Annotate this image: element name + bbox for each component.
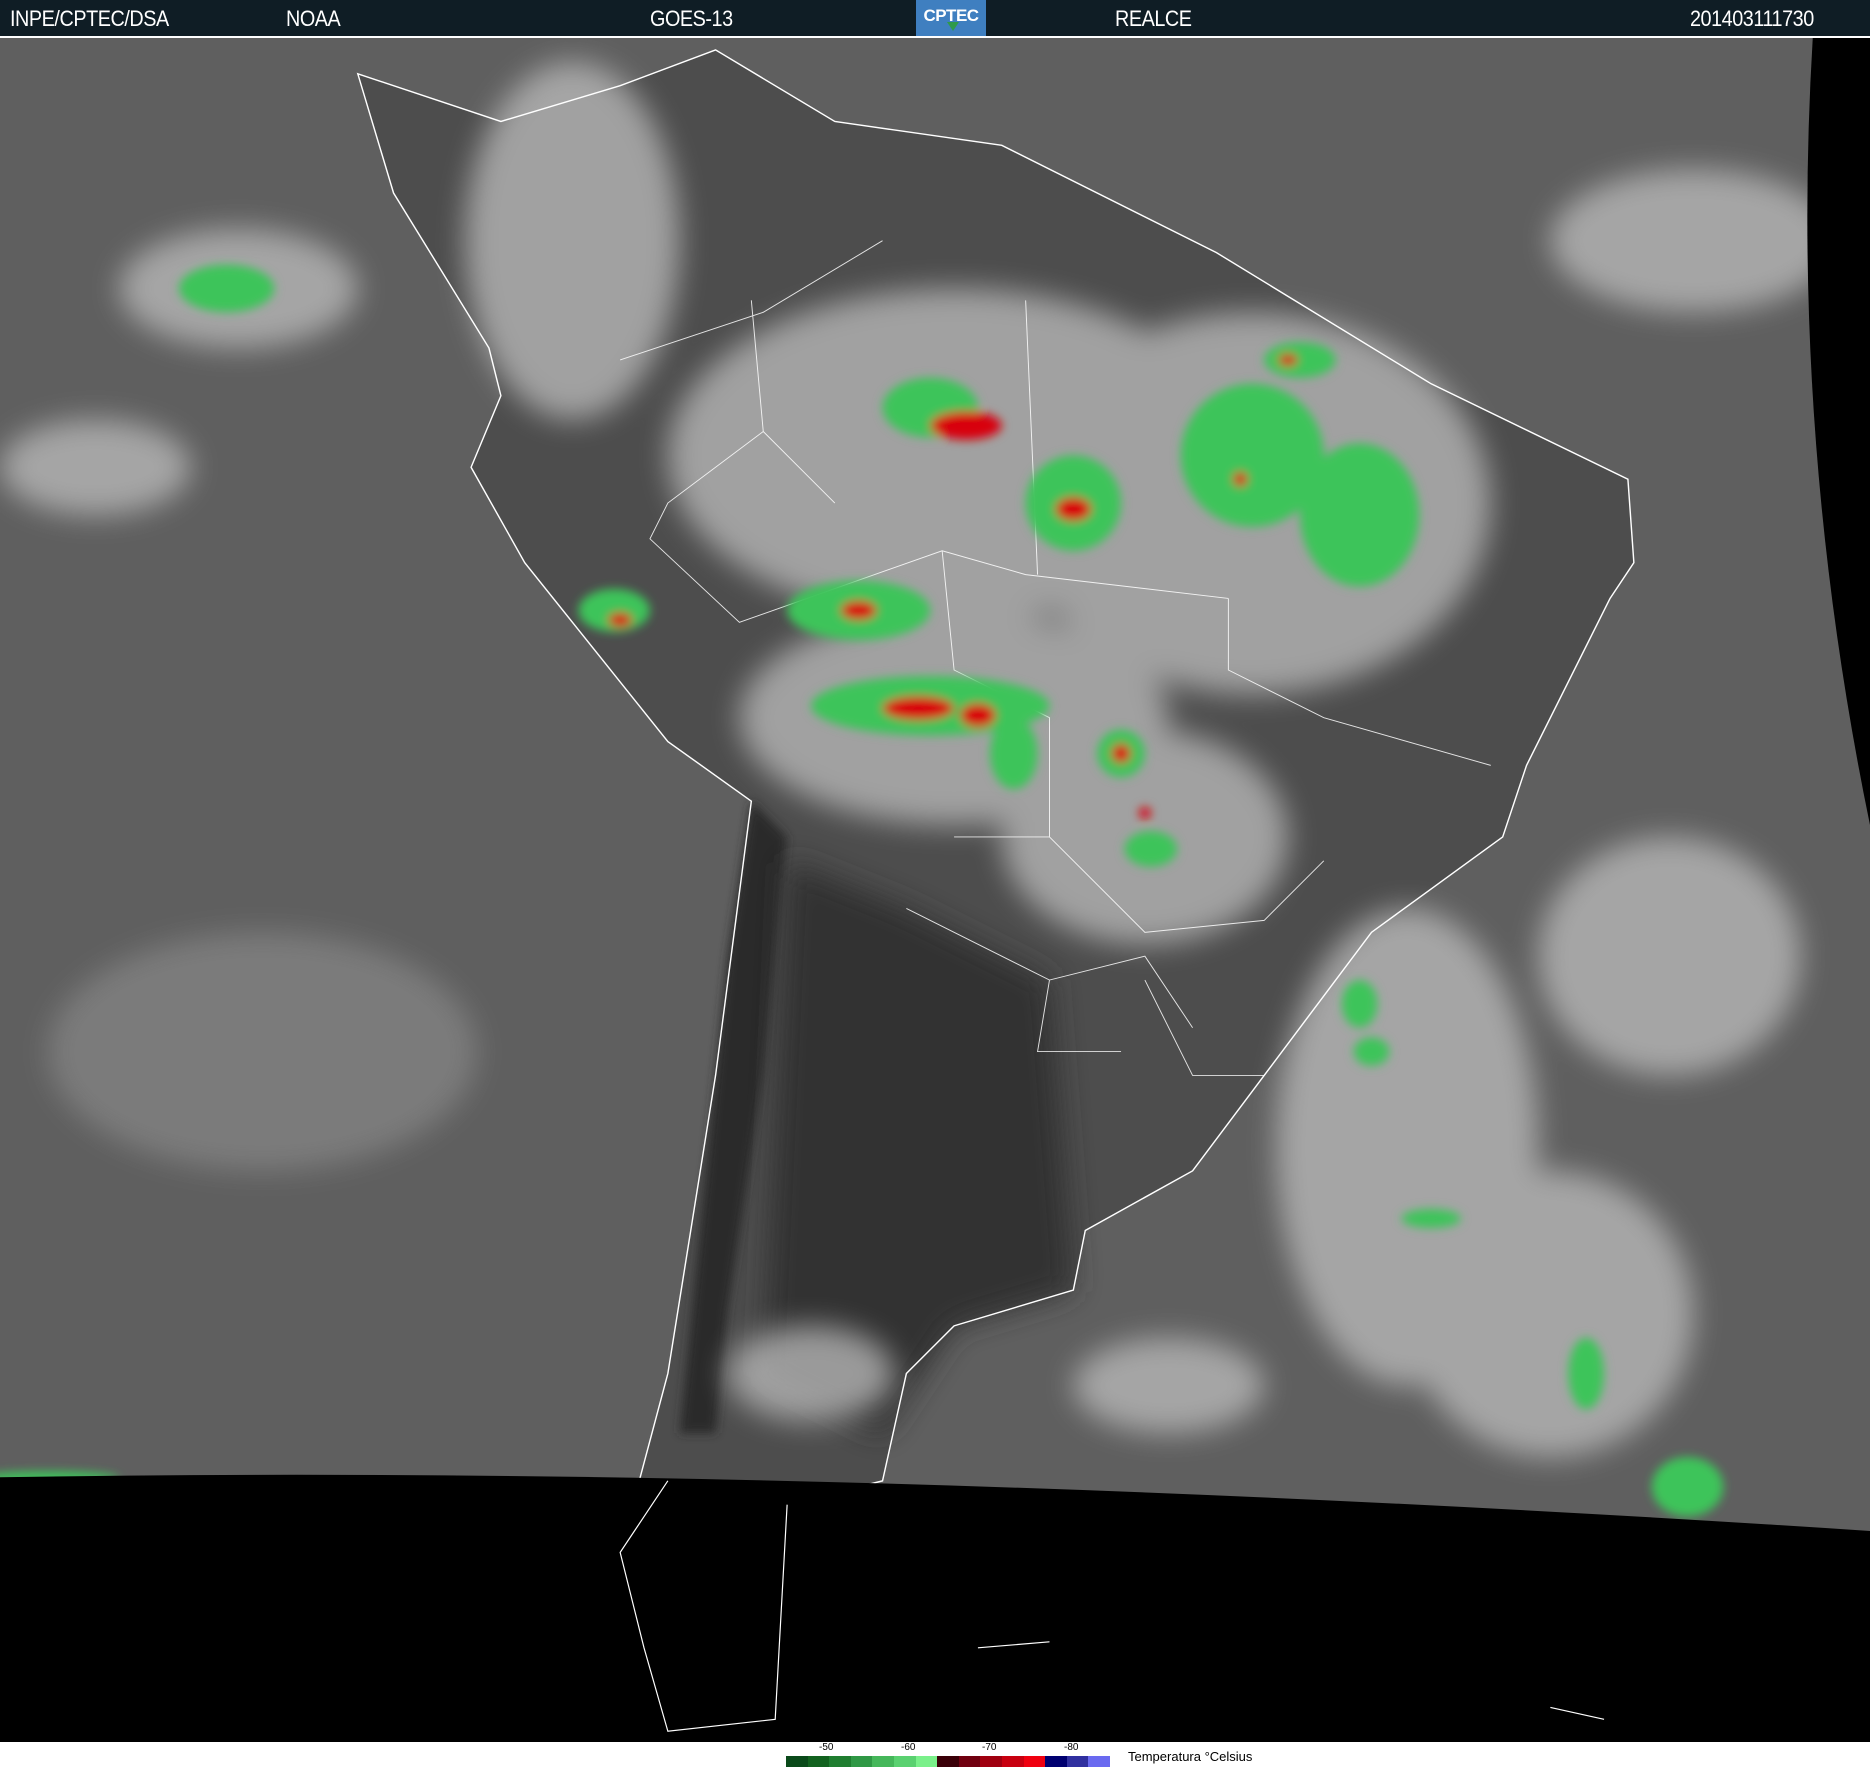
color-swatch bbox=[1002, 1756, 1025, 1767]
color-swatch bbox=[937, 1756, 960, 1767]
product-label: REALCE bbox=[1115, 6, 1192, 31]
color-swatch bbox=[1023, 1756, 1046, 1767]
space-bottom bbox=[0, 1474, 1870, 1742]
satellite-image-map bbox=[0, 38, 1870, 1742]
color-swatch bbox=[894, 1756, 917, 1767]
header-bar: INPE/CPTEC/DSA NOAA GOES-13 CPTEC REALCE… bbox=[0, 0, 1870, 38]
temperature-legend: -50 -60 -70 -80 Temperatura °Celsius bbox=[0, 1742, 1870, 1770]
color-swatch bbox=[850, 1756, 873, 1767]
color-swatch bbox=[1088, 1756, 1111, 1767]
tick-label: -60 bbox=[901, 1742, 916, 1753]
color-swatch bbox=[786, 1756, 809, 1767]
tick-label: -70 bbox=[982, 1742, 997, 1753]
color-swatch bbox=[807, 1756, 830, 1767]
agency-label: NOAA bbox=[286, 6, 341, 31]
source-label: INPE/CPTEC/DSA bbox=[10, 6, 169, 31]
timestamp-label: 201403111730 bbox=[1690, 6, 1814, 31]
color-swatch bbox=[915, 1756, 938, 1767]
color-swatch bbox=[1066, 1756, 1089, 1767]
tick-label: -80 bbox=[1064, 1742, 1079, 1753]
satellite-label: GOES-13 bbox=[650, 6, 733, 31]
color-swatch bbox=[980, 1756, 1003, 1767]
legend-title: Temperatura °Celsius bbox=[1128, 1749, 1253, 1764]
color-swatch bbox=[829, 1756, 852, 1767]
cptec-logo: CPTEC bbox=[916, 0, 986, 36]
color-swatch bbox=[1045, 1756, 1068, 1767]
color-swatch bbox=[958, 1756, 981, 1767]
color-swatch bbox=[872, 1756, 895, 1767]
tick-label: -50 bbox=[819, 1742, 834, 1753]
